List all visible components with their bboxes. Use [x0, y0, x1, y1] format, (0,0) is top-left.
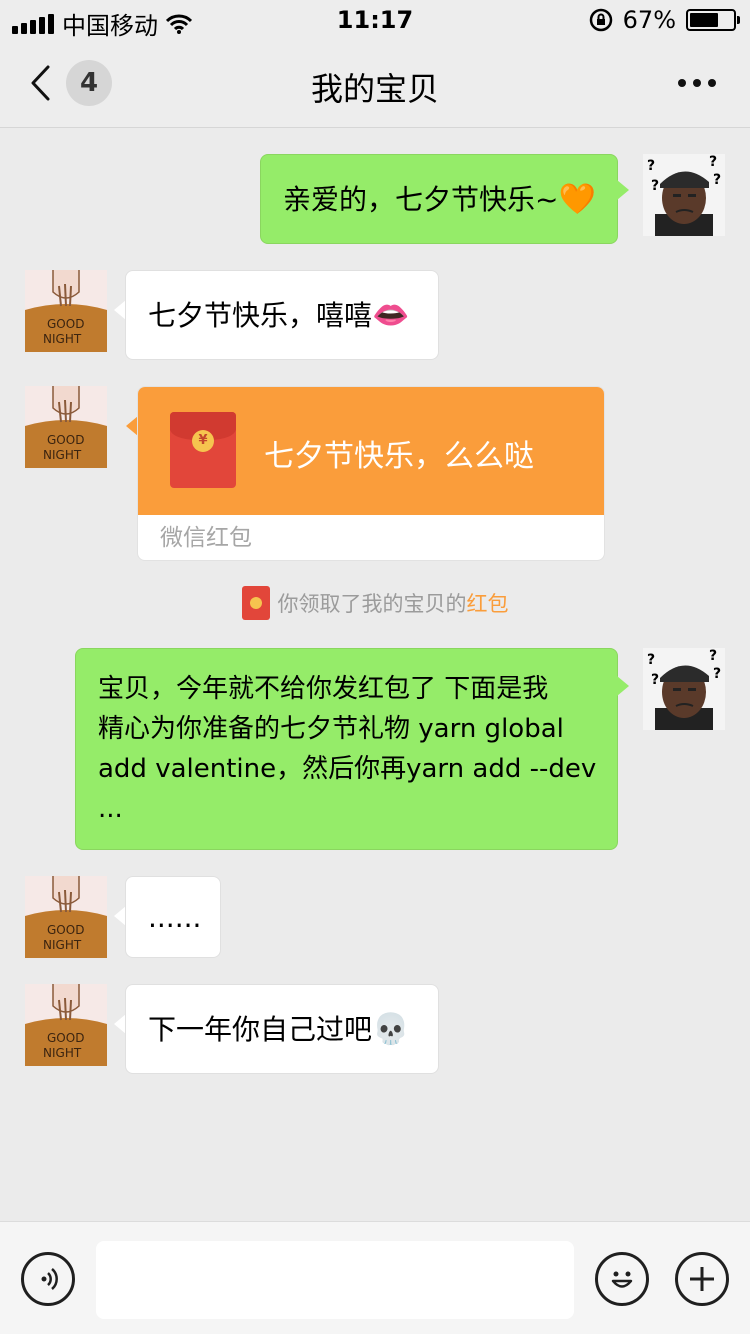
avatar-contact-image: GOOD NIGHT [25, 270, 107, 352]
battery-percent: 67% [622, 6, 676, 34]
avatar-text-night: NIGHT [43, 332, 82, 346]
bubble-tail [617, 180, 629, 200]
message-bubble-received[interactable]: 下一年你自己过吧💀 [125, 984, 439, 1074]
plus-icon [690, 1267, 714, 1291]
coin-icon: ¥ [192, 430, 214, 452]
message-bubble-sent[interactable]: 宝贝，今年就不给你发红包了 下面是我 精心为你准备的七夕节礼物 yarn glo… [75, 648, 618, 850]
message-text: 七夕节快乐，嘻嘻 [148, 299, 373, 332]
red-envelope-icon: ¥ [170, 412, 236, 488]
svg-text:?: ? [713, 666, 721, 682]
more-button[interactable] [672, 68, 722, 98]
status-bar: 中国移动 11:17 67% [0, 0, 750, 40]
red-packet-link[interactable]: 红包 [467, 592, 509, 616]
svg-text:?: ? [647, 158, 655, 174]
red-packet-greeting: 七夕节快乐，么么哒 [264, 439, 534, 474]
chat-title: 我的宝贝 [310, 70, 439, 108]
avatar-self-image: ? ? ? ? [643, 648, 725, 730]
heart-emoji: 🧡 [558, 182, 596, 217]
svg-text:?: ? [647, 652, 655, 668]
message-text: ...... [148, 901, 202, 934]
avatar-contact[interactable]: GOOD NIGHT [25, 876, 107, 958]
svg-text:?: ? [709, 154, 717, 170]
bubble-tail [617, 676, 629, 696]
message-input[interactable] [96, 1241, 574, 1319]
svg-text:?: ? [651, 178, 659, 194]
avatar-contact-image: GOOD NIGHT [25, 876, 107, 958]
red-envelope-icon [241, 586, 270, 620]
message-line: 宝贝，今年就不给你发红包了 下面是我 [98, 674, 549, 704]
plus-button[interactable] [675, 1252, 729, 1306]
message-bubble-received[interactable]: ...... [125, 876, 221, 958]
red-packet-top: ¥ 七夕节快乐，么么哒 [138, 387, 604, 515]
avatar-self-image: ? ? ? ? [643, 154, 725, 236]
voice-icon [41, 1268, 58, 1290]
battery-fill [690, 13, 719, 27]
message-text: 下一年你自己过吧 [148, 1013, 373, 1046]
emoji-button[interactable] [595, 1252, 649, 1306]
skull-emoji: 💀 [372, 1012, 410, 1047]
avatar-contact-image: GOOD NIGHT [25, 984, 107, 1066]
svg-text:?: ? [709, 648, 717, 664]
svg-text:GOOD: GOOD [47, 1031, 84, 1045]
svg-text:NIGHT: NIGHT [43, 938, 82, 952]
lips-emoji: 👄 [372, 298, 410, 333]
svg-text:GOOD: GOOD [47, 923, 84, 937]
avatar-self[interactable]: ? ? ? ? [643, 154, 725, 236]
svg-text:GOOD: GOOD [47, 433, 84, 447]
avatar-contact[interactable]: GOOD NIGHT [25, 984, 107, 1066]
message-text: 亲爱的，七夕节快乐~ [283, 183, 559, 216]
svg-text:NIGHT: NIGHT [43, 448, 82, 462]
avatar-text-good: GOOD [47, 317, 84, 331]
system-note-text: 你领取了我的宝贝的 [277, 592, 467, 616]
status-right: 67% [589, 6, 740, 34]
message-bubble-received[interactable]: 七夕节快乐，嘻嘻👄 [125, 270, 439, 360]
voice-button[interactable] [21, 1252, 75, 1306]
message-line: add valentine，然后你再yarn add --dev [98, 754, 597, 784]
system-note: 你领取了我的宝贝的红包 [0, 586, 750, 620]
svg-text:?: ? [713, 172, 721, 188]
nav-bar: 4 我的宝贝 [0, 40, 750, 128]
avatar-contact-image: GOOD NIGHT [25, 386, 107, 468]
red-packet-message[interactable]: ¥ 七夕节快乐，么么哒 微信红包 [137, 386, 605, 561]
message-line: ... [98, 794, 123, 824]
emoji-icon [611, 1271, 633, 1288]
avatar-contact[interactable]: GOOD NIGHT [25, 270, 107, 352]
more-icon [678, 79, 686, 87]
avatar-contact[interactable]: GOOD NIGHT [25, 386, 107, 468]
battery-icon [686, 9, 740, 31]
avatar-self[interactable]: ? ? ? ? [643, 648, 725, 730]
rotation-lock-icon [589, 8, 612, 32]
svg-text:?: ? [651, 672, 659, 688]
red-packet-footer: 微信红包 [160, 525, 252, 551]
input-bar [0, 1221, 750, 1334]
message-bubble-sent[interactable]: 亲爱的，七夕节快乐~🧡 [260, 154, 618, 244]
svg-text:NIGHT: NIGHT [43, 1046, 82, 1060]
message-line: 精心为你准备的七夕节礼物 yarn global [98, 714, 564, 744]
